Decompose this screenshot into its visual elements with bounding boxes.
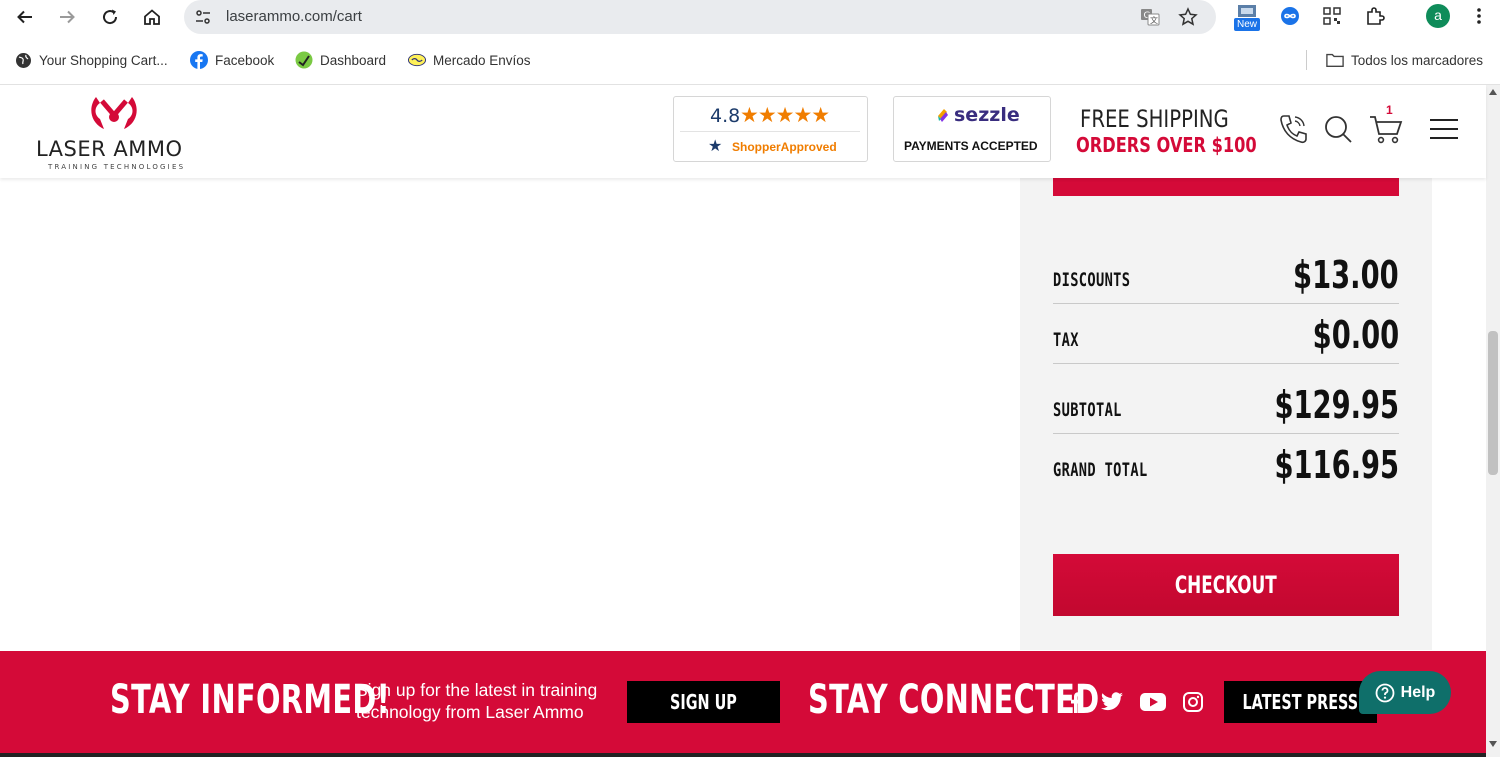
page-scrollbar[interactable] <box>1486 85 1500 757</box>
forward-arrow-icon <box>60 10 75 24</box>
payments-accepted: PAYMENTS ACCEPTED <box>904 139 1038 153</box>
logo-tagline: TRAINING TECHNOLOGIES <box>48 163 186 171</box>
menu-kebab-icon[interactable] <box>1472 6 1486 31</box>
scroll-down-arrow-icon[interactable] <box>1489 741 1497 747</box>
bookmark-dashboard[interactable]: Dashboard <box>295 50 386 70</box>
badge-divider <box>680 131 860 132</box>
summary-value: $129.95 <box>1274 383 1399 427</box>
checkout-label: CHECKOUT <box>1175 571 1277 599</box>
cart-icon <box>1370 116 1403 144</box>
sezzle-name: sezzle <box>954 104 1020 126</box>
translate-icon[interactable]: G文 <box>1140 7 1160 32</box>
site-header: LASER AMMO TRAINING TECHNOLOGIES 4.8 ★★★… <box>0 85 1486 178</box>
phone-icon[interactable] <box>1278 113 1308 150</box>
bookmark-mercado-envios[interactable]: Mercado Envíos <box>408 50 531 70</box>
reload-button[interactable] <box>97 4 123 30</box>
summary-value: $0.00 <box>1312 313 1399 357</box>
bookmark-label: Facebook <box>215 52 275 68</box>
help-question-icon <box>1375 683 1395 702</box>
twitter-icon[interactable] <box>1100 692 1124 717</box>
folder-icon <box>1326 51 1344 69</box>
new-badge: New <box>1234 18 1260 31</box>
svg-text:文: 文 <box>1150 15 1158 25</box>
laser-ammo-logo[interactable]: LASER AMMO TRAINING TECHNOLOGIES <box>36 91 196 175</box>
cart-button[interactable]: 1 <box>1368 103 1408 145</box>
extensions-puzzle-icon[interactable] <box>1365 6 1385 31</box>
shopper-approved-label: ShopperApproved <box>732 140 837 154</box>
signup-text-line1: Sign up for the latest in training <box>356 680 598 700</box>
sign-up-button[interactable]: SIGN UP <box>627 681 780 723</box>
scrollbar-thumb[interactable] <box>1488 331 1498 475</box>
summary-value: $116.95 <box>1274 443 1399 487</box>
extension-icon <box>1238 5 1256 17</box>
dashboard-icon <box>295 51 313 69</box>
logo-mark-icon <box>91 97 137 129</box>
previous-button-edge[interactable] <box>1053 178 1399 196</box>
sezzle-badge[interactable]: sezzle PAYMENTS ACCEPTED <box>893 96 1051 162</box>
forward-button[interactable] <box>54 4 80 30</box>
summary-value: $13.00 <box>1293 253 1399 297</box>
bookmark-star-icon[interactable] <box>1178 7 1198 32</box>
summary-label: SUBTOTAL <box>1053 399 1122 421</box>
hamburger-menu-icon[interactable] <box>1430 118 1458 147</box>
bookmark-label: Dashboard <box>320 52 387 68</box>
summary-label: GRAND TOTAL <box>1053 459 1148 481</box>
extension-new[interactable]: New <box>1234 4 1260 32</box>
bookmark-shopping-cart[interactable]: Your Shopping Cart... <box>14 50 168 70</box>
star-outline-icon: ★ <box>708 138 723 155</box>
instagram-icon[interactable] <box>1183 692 1203 717</box>
stay-informed-heading: STAY INFORMED! <box>110 677 391 723</box>
free-shipping-threshold: ORDERS OVER $100 <box>1076 133 1257 157</box>
bookmarks-divider <box>1306 50 1307 70</box>
summary-label: TAX <box>1053 329 1079 351</box>
infinity-extension-icon[interactable] <box>1280 6 1300 31</box>
rating-value: 4.8 <box>710 105 741 127</box>
summary-label: DISCOUNTS <box>1053 269 1131 291</box>
page-bottom-edge <box>0 753 1486 757</box>
signup-description: Sign up for the latest in training techn… <box>356 679 597 723</box>
profile-avatar[interactable]: a <box>1426 4 1450 28</box>
reload-icon <box>103 9 118 25</box>
facebook-icon[interactable] <box>1066 691 1084 718</box>
help-label: Help <box>1400 683 1436 701</box>
youtube-icon[interactable] <box>1140 693 1166 716</box>
all-bookmarks[interactable]: Todos los marcadores <box>1326 50 1483 70</box>
logo-text: LASER AMMO <box>36 137 183 161</box>
scroll-up-arrow-icon[interactable] <box>1489 89 1497 95</box>
stay-connected-heading: STAY CONNECTED <box>808 677 1100 723</box>
bookmark-label: Mercado Envíos <box>433 52 531 68</box>
sign-up-label: SIGN UP <box>670 690 737 714</box>
free-shipping-title: FREE SHIPPING <box>1080 105 1229 133</box>
summary-row-tax: TAX $0.00 <box>1053 303 1399 364</box>
newsletter-footer: STAY INFORMED! Sign up for the latest in… <box>0 651 1486 753</box>
latest-press-button[interactable]: LATEST PRESS <box>1224 681 1377 723</box>
globe-icon <box>14 51 32 69</box>
help-chat-button[interactable]: Help <box>1359 671 1451 714</box>
back-arrow-icon <box>17 10 32 24</box>
shopper-approved-badge[interactable]: 4.8 ★★★★★ ★ ShopperApproved <box>673 96 868 162</box>
home-icon <box>144 9 160 25</box>
summary-row-grand-total: GRAND TOTAL $116.95 <box>1053 433 1399 493</box>
bookmark-facebook[interactable]: Facebook <box>190 50 274 70</box>
summary-row-discounts: DISCOUNTS $13.00 <box>1053 240 1399 304</box>
checkout-button[interactable]: CHECKOUT <box>1053 554 1399 616</box>
all-bookmarks-label: Todos los marcadores <box>1351 52 1484 68</box>
facebook-icon <box>190 51 208 69</box>
search-icon[interactable] <box>1323 113 1353 150</box>
latest-press-label: LATEST PRESS <box>1242 690 1359 714</box>
bookmark-label: Your Shopping Cart... <box>39 52 168 68</box>
back-button[interactable] <box>12 4 38 30</box>
mercado-libre-icon <box>408 51 426 69</box>
summary-row-subtotal: SUBTOTAL $129.95 <box>1053 363 1399 434</box>
signup-text-line2: technology from Laser Ammo <box>356 702 584 722</box>
site-info-icon[interactable] <box>194 8 212 31</box>
address-bar[interactable]: laserammo.com/cart G文 <box>184 0 1216 34</box>
order-summary-panel: DISCOUNTS $13.00 TAX $0.00 SUBTOTAL $129… <box>1020 178 1432 650</box>
five-stars-icon: ★★★★★ <box>740 104 830 127</box>
home-button[interactable] <box>139 4 165 30</box>
url-text[interactable]: laserammo.com/cart <box>226 8 362 25</box>
sezzle-logo-icon <box>938 109 948 122</box>
browser-chrome: laserammo.com/cart G文 New a Your Shoppin… <box>0 0 1500 85</box>
qr-code-icon[interactable] <box>1322 6 1342 31</box>
